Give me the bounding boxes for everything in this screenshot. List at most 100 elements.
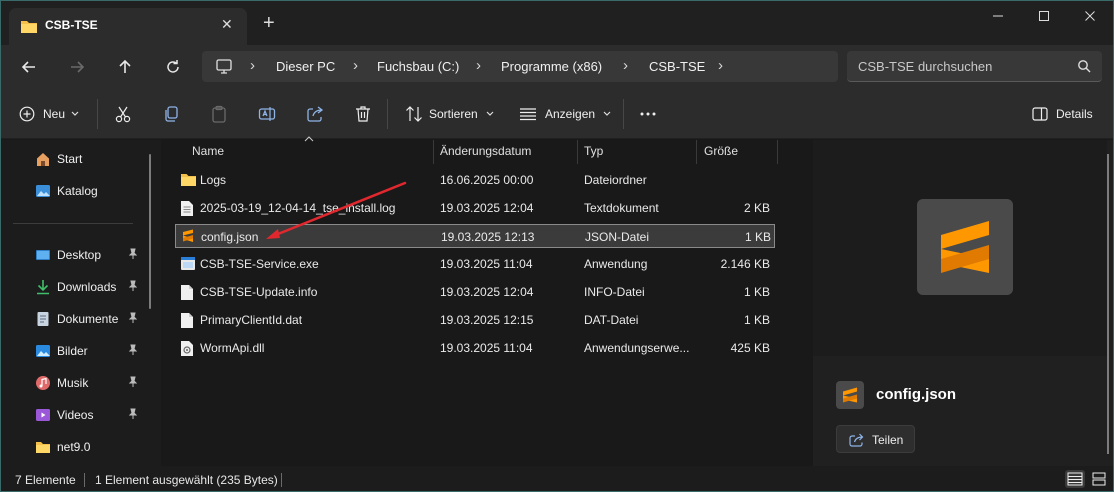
videos-icon <box>36 409 50 421</box>
sidebar-item-downloads[interactable]: Downloads <box>35 275 151 299</box>
share-button[interactable] <box>306 102 324 126</box>
pin-icon[interactable] <box>127 376 139 388</box>
chevron-right-icon[interactable]: › <box>718 57 723 74</box>
file-size: 425 KB <box>730 341 770 355</box>
column-divider[interactable] <box>577 140 578 164</box>
crumb-csb-tse[interactable]: CSB-TSE <box>649 59 705 74</box>
delete-button[interactable] <box>354 102 372 126</box>
tiles-view-button[interactable] <box>1089 470 1109 488</box>
sidebar-item-start[interactable]: Start <box>35 147 151 171</box>
sidebar-item-label: Dokumente <box>57 312 119 326</box>
file-type: Anwendungserwe... <box>584 341 690 355</box>
file-name: WormApi.dll <box>200 341 265 355</box>
tab-title: CSB-TSE <box>45 18 98 32</box>
file-type: Anwendung <box>584 257 648 271</box>
share-button[interactable]: Teilen <box>836 425 915 453</box>
computer-icon[interactable] <box>216 59 232 77</box>
selection-info: 1 Element ausgewählt (235 Bytes) <box>95 473 278 487</box>
table-row[interactable]: CSB-TSE-Service.exe 19.03.2025 11:04 Anw… <box>175 252 775 276</box>
search-input[interactable]: CSB-TSE durchsuchen <box>847 51 1102 82</box>
view-button[interactable]: Anzeigen <box>519 102 611 126</box>
column-divider[interactable] <box>777 140 778 164</box>
file-date: 19.03.2025 11:04 <box>440 257 533 271</box>
minimize-button[interactable] <box>975 5 1021 29</box>
pin-icon[interactable] <box>127 344 139 356</box>
sidebar-item-label: Videos <box>57 408 94 422</box>
gallery-icon <box>36 185 50 197</box>
sidebar-item-musik[interactable]: Musik <box>35 371 151 395</box>
table-row[interactable]: CSB-TSE-Update.info 19.03.2025 12:04 INF… <box>175 280 775 304</box>
clipboard-icon <box>212 105 226 123</box>
refresh-button[interactable] <box>157 53 189 81</box>
sort-button[interactable]: Sortieren <box>405 102 494 126</box>
new-tab-button[interactable]: + <box>263 13 275 33</box>
table-row[interactable]: 2025-03-19_12-04-14_tse_install.log 19.0… <box>175 196 775 220</box>
file-name: 2025-03-19_12-04-14_tse_install.log <box>200 201 396 215</box>
details-scrollbar[interactable] <box>1107 154 1109 454</box>
details-view-button[interactable] <box>1065 470 1085 488</box>
file-name: PrimaryClientId.dat <box>200 313 303 327</box>
cut-button[interactable] <box>114 102 132 126</box>
column-header-date[interactable]: Änderungsdatum <box>440 140 531 164</box>
table-row-selected[interactable]: config.json 19.03.2025 12:13 JSON-Datei … <box>175 224 775 248</box>
pin-icon[interactable] <box>127 312 139 324</box>
sort-icon <box>406 106 422 122</box>
view-list-icon <box>520 108 536 121</box>
pin-icon[interactable] <box>127 248 139 260</box>
pictures-icon <box>36 345 50 357</box>
pin-icon[interactable] <box>127 280 139 292</box>
search-icon[interactable] <box>1077 59 1091 76</box>
sidebar-item-videos[interactable]: Videos <box>35 403 151 427</box>
copy-icon <box>165 106 178 122</box>
column-header-size[interactable]: Größe <box>704 140 738 164</box>
close-icon[interactable]: ✕ <box>221 16 233 33</box>
chevron-right-icon[interactable]: › <box>353 57 358 74</box>
forward-button[interactable] <box>61 53 93 81</box>
details-pane: config.json Teilen <box>813 140 1113 466</box>
crumb-programme[interactable]: Programme (x86) <box>501 59 602 74</box>
column-divider[interactable] <box>696 140 697 164</box>
paste-button[interactable] <box>210 102 228 126</box>
sidebar-item-net9[interactable]: net9.0 <box>35 435 151 459</box>
column-header-name[interactable]: Name <box>192 140 224 164</box>
copy-button[interactable] <box>162 102 180 126</box>
column-header-type[interactable]: Typ <box>584 140 603 164</box>
back-button[interactable] <box>13 53 45 81</box>
breadcrumb[interactable]: › Dieser PC › Fuchsbau (C:) › Programme … <box>202 51 838 82</box>
new-button[interactable]: Neu <box>19 102 79 126</box>
file-date: 19.03.2025 11:04 <box>440 341 533 355</box>
column-divider[interactable] <box>433 140 434 164</box>
rename-button[interactable] <box>258 102 276 126</box>
table-row[interactable]: PrimaryClientId.dat 19.03.2025 12:15 DAT… <box>175 308 775 332</box>
sidebar-item-desktop[interactable]: Desktop <box>35 243 151 267</box>
file-list: Name Änderungsdatum Typ Größe Logs 16.06… <box>161 136 813 466</box>
sidebar-item-dokumente[interactable]: Dokumente <box>35 307 151 331</box>
more-options-button[interactable] <box>639 102 657 126</box>
up-button[interactable] <box>109 53 141 81</box>
search-placeholder: CSB-TSE durchsuchen <box>858 59 993 74</box>
sidebar-item-bilder[interactable]: Bilder <box>35 339 151 363</box>
maximize-button[interactable] <box>1021 5 1067 29</box>
details-pane-button[interactable]: Details <box>1032 102 1093 126</box>
crumb-fuchsbau[interactable]: Fuchsbau (C:) <box>377 59 459 74</box>
tab-csb-tse[interactable]: CSB-TSE ✕ <box>9 8 247 45</box>
table-row[interactable]: Logs 16.06.2025 00:00 Dateiordner <box>175 168 775 192</box>
divider <box>97 99 98 129</box>
address-bar-row: › Dieser PC › Fuchsbau (C:) › Programme … <box>1 45 1113 89</box>
divider <box>623 99 624 129</box>
sidebar-item-katalog[interactable]: Katalog <box>35 179 151 203</box>
sidebar-scrollbar[interactable] <box>149 154 151 309</box>
chevron-right-icon[interactable]: › <box>476 57 481 74</box>
folder-icon <box>20 19 38 37</box>
crumb-dieser-pc[interactable]: Dieser PC <box>276 59 335 74</box>
downloads-icon <box>37 280 49 295</box>
table-row[interactable]: WormApi.dll 19.03.2025 11:04 Anwendungse… <box>175 336 775 360</box>
navigation-pane: Start Katalog Desktop Downloads Dokument… <box>1 140 161 466</box>
chevron-right-icon[interactable]: › <box>623 57 628 74</box>
pin-icon[interactable] <box>127 408 139 420</box>
home-icon <box>37 153 49 166</box>
share-label: Teilen <box>872 433 904 447</box>
chevron-right-icon[interactable]: › <box>250 57 255 74</box>
tab-bar: CSB-TSE ✕ + <box>1 1 1113 45</box>
close-window-button[interactable] <box>1067 5 1113 29</box>
